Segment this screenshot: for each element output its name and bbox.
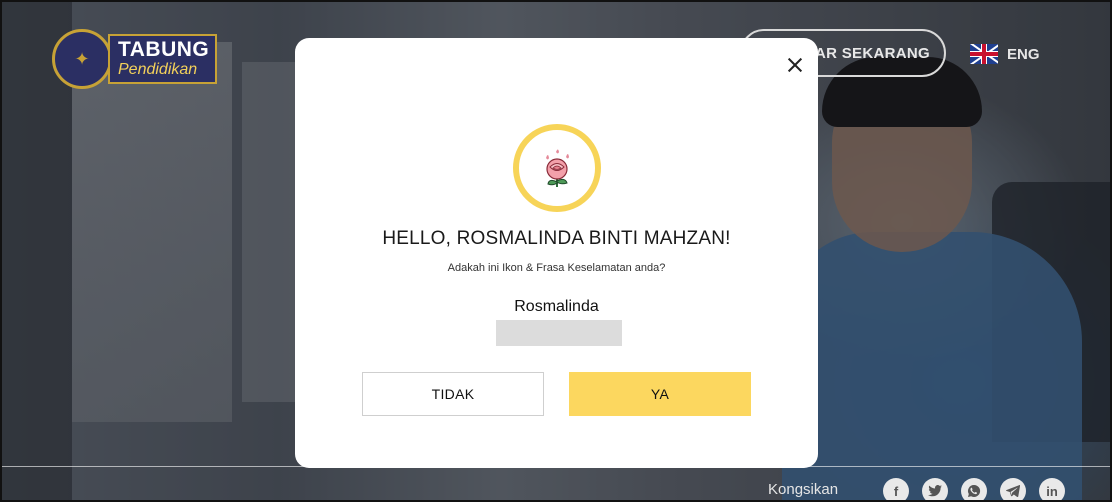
close-icon[interactable] <box>784 54 806 76</box>
security-phrase: Rosmalinda <box>514 298 599 315</box>
linkedin-icon[interactable]: in <box>1039 478 1065 500</box>
security-question: Adakah ini Ikon & Frasa Keselamatan anda… <box>447 262 666 274</box>
telegram-icon[interactable] <box>1000 478 1026 500</box>
emblem-icon: ✦ <box>52 29 112 89</box>
rose-flower-icon <box>546 149 569 187</box>
tabung-pendidikan-logo[interactable]: ✦ TABUNG Pendidikan <box>52 29 218 89</box>
greeting-title: HELLO, ROSMALINDA BINTI MAHZAN! <box>382 228 731 249</box>
language-switcher[interactable]: ENG <box>970 44 1040 64</box>
page: ✦ TABUNG Pendidikan TFTAR SEKARANG ENG K… <box>0 0 1112 502</box>
yes-button[interactable]: YA <box>569 372 751 416</box>
language-label: ENG <box>1007 45 1040 63</box>
share-label: Kongsikan <box>768 481 839 498</box>
uk-flag-icon <box>970 44 998 64</box>
security-icon-frame <box>513 124 601 212</box>
social-links: f in <box>883 478 1065 500</box>
logo-text-main: TABUNG <box>118 37 210 61</box>
logo-text-sub: Pendidikan <box>118 60 198 78</box>
twitter-icon[interactable] <box>922 478 948 500</box>
masked-placeholder <box>496 320 622 346</box>
whatsapp-icon[interactable] <box>961 478 987 500</box>
security-confirmation-modal: HELLO, ROSMALINDA BINTI MAHZAN! Adakah i… <box>295 38 818 468</box>
facebook-icon[interactable]: f <box>883 478 909 500</box>
no-button[interactable]: TIDAK <box>362 372 544 416</box>
